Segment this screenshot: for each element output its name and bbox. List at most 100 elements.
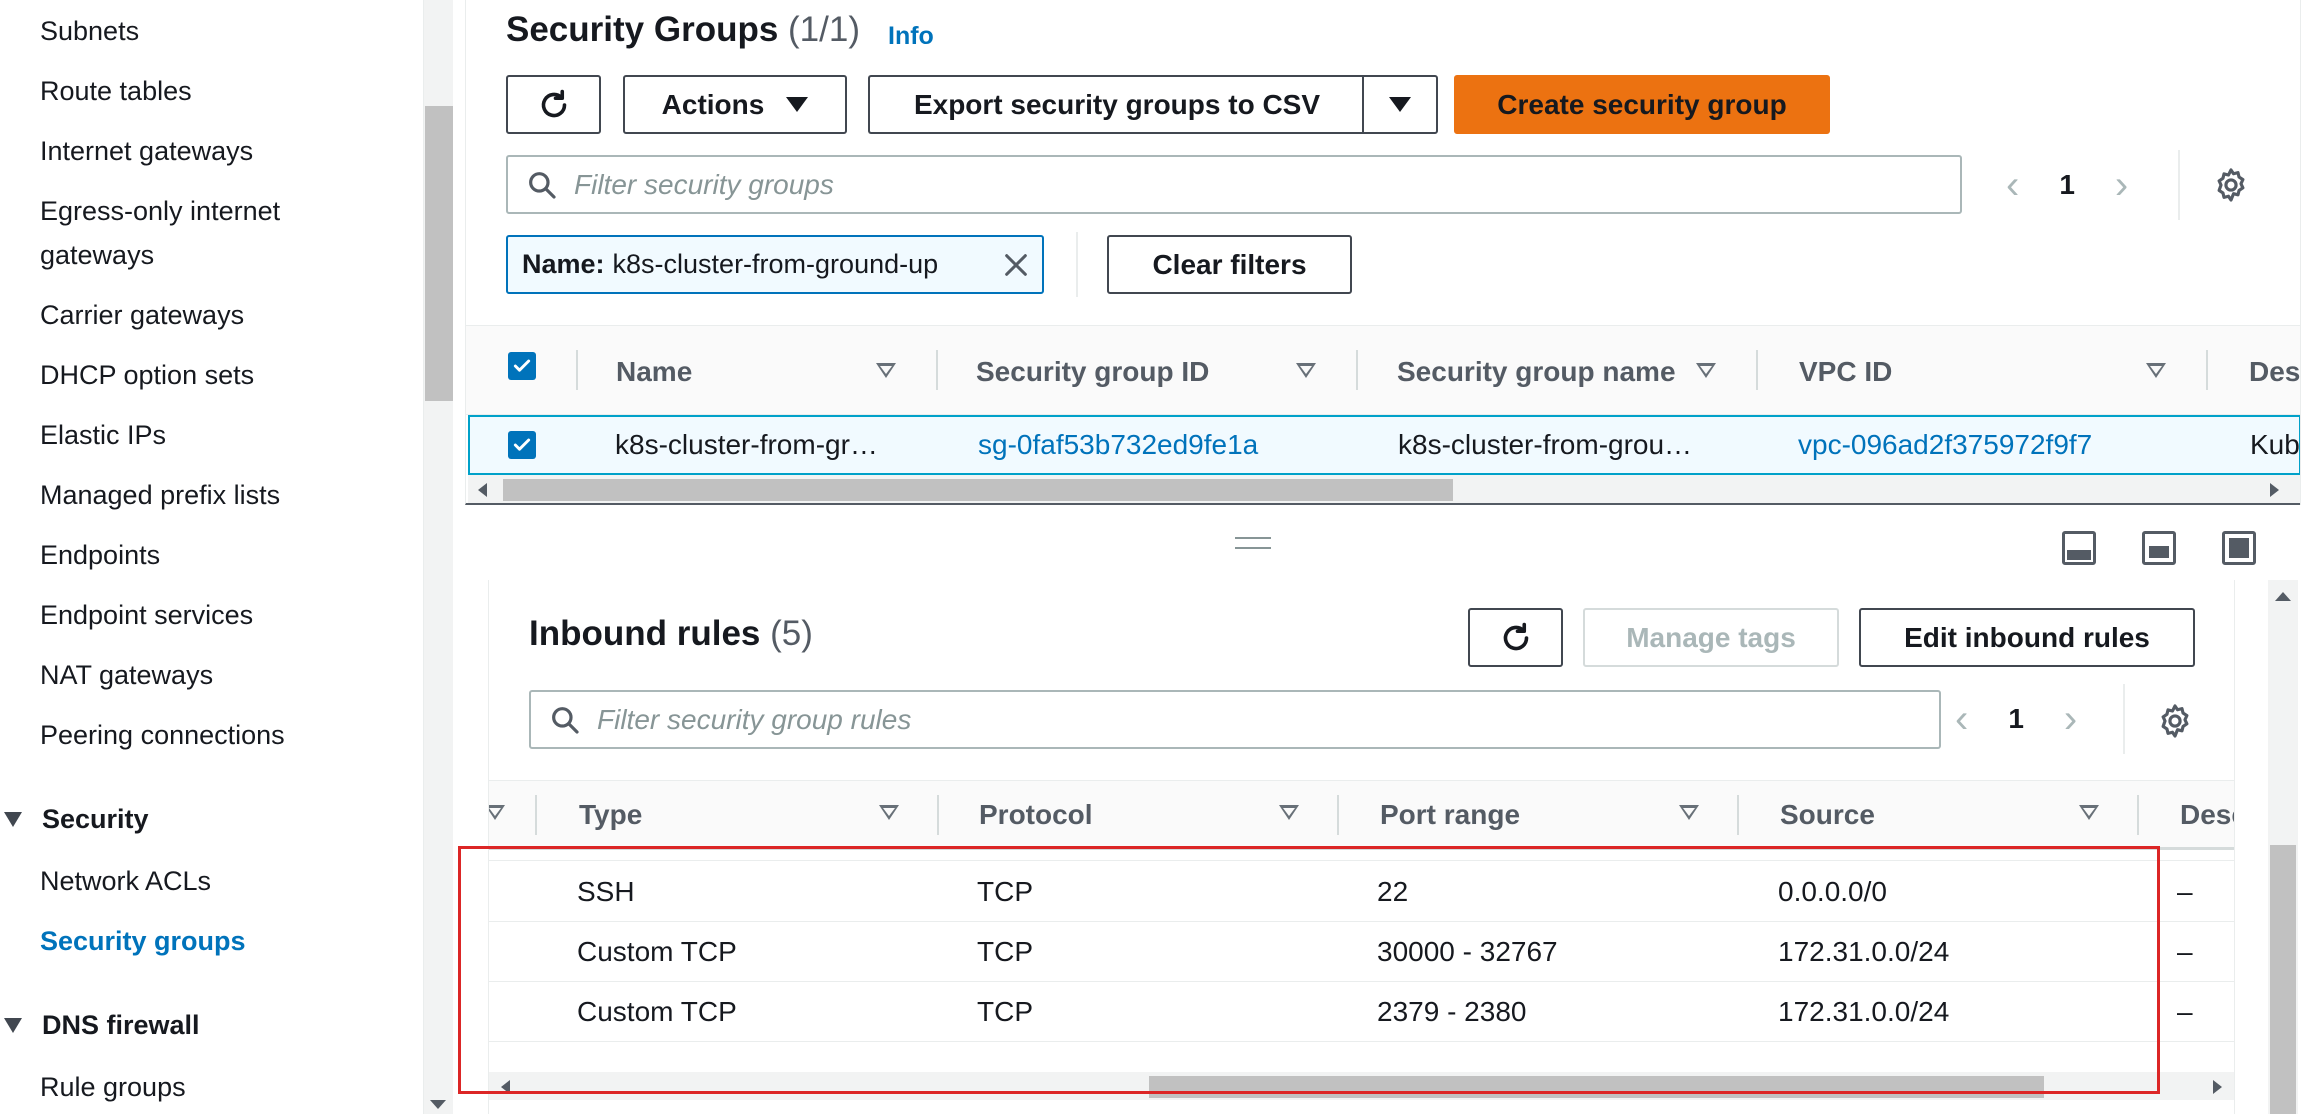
refresh-button[interactable] bbox=[506, 75, 601, 134]
column-header-protocol[interactable]: Protocol bbox=[979, 799, 1093, 831]
horizontal-scrollbar[interactable] bbox=[468, 475, 2300, 503]
selection-count: (1/1) bbox=[788, 10, 860, 49]
clear-filters-button[interactable]: Clear filters bbox=[1107, 235, 1352, 294]
sidebar-item-managed-prefix-lists[interactable]: Managed prefix lists bbox=[40, 474, 280, 516]
table-row[interactable]: k8s-cluster-from-gr… sg-0faf53b732ed9fe1… bbox=[468, 415, 2300, 475]
sort-icon[interactable] bbox=[1696, 363, 1716, 378]
column-separator[interactable] bbox=[2206, 350, 2208, 390]
scroll-up-arrow-icon[interactable] bbox=[2275, 592, 2291, 601]
filter-security-groups-search[interactable] bbox=[506, 155, 1962, 214]
sort-icon[interactable] bbox=[1679, 805, 1699, 820]
sidebar-item-rule-groups[interactable]: Rule groups bbox=[40, 1066, 186, 1108]
column-header-source[interactable]: Source bbox=[1780, 799, 1875, 831]
sidebar-item-carrier-gateways[interactable]: Carrier gateways bbox=[40, 294, 244, 336]
chevron-right-icon[interactable]: › bbox=[2115, 165, 2128, 205]
sidebar-section-security[interactable]: Security bbox=[0, 798, 149, 840]
column-separator[interactable] bbox=[1756, 350, 1758, 390]
sidebar-scrollbar-thumb[interactable] bbox=[425, 106, 453, 401]
column-separator[interactable] bbox=[1737, 795, 1739, 835]
page-number[interactable]: 1 bbox=[2059, 169, 2075, 201]
export-dropdown-button[interactable] bbox=[1362, 75, 1438, 134]
select-all-checkbox[interactable] bbox=[508, 352, 536, 380]
column-header-sg-name[interactable]: Security group name bbox=[1397, 356, 1676, 388]
sidebar-item-nat-gateways[interactable]: NAT gateways bbox=[40, 654, 213, 696]
filter-token-value: k8s-cluster-from-ground-up bbox=[612, 249, 939, 279]
column-header-vpc-id[interactable]: VPC ID bbox=[1799, 356, 1892, 388]
sidebar-section-label: Security bbox=[42, 804, 149, 834]
panel-fullscreen-icon[interactable] bbox=[2222, 531, 2256, 565]
create-security-group-button[interactable]: Create security group bbox=[1454, 75, 1830, 134]
column-header-port-range[interactable]: Port range bbox=[1380, 799, 1520, 831]
sort-icon[interactable] bbox=[879, 805, 899, 820]
column-separator[interactable] bbox=[1356, 350, 1358, 390]
sidebar-item-security-groups[interactable]: Security groups bbox=[40, 920, 246, 962]
gear-icon[interactable] bbox=[2212, 166, 2250, 204]
sidebar-item-internet-gateways[interactable]: Internet gateways bbox=[40, 130, 253, 172]
panel-position-bottom-icon[interactable] bbox=[2062, 531, 2096, 565]
scrollbar-thumb[interactable] bbox=[1149, 1076, 2044, 1098]
sidebar-section-dns-firewall[interactable]: DNS firewall bbox=[0, 1004, 200, 1046]
scroll-left-arrow-icon[interactable] bbox=[501, 1080, 510, 1094]
scrollbar-thumb[interactable] bbox=[503, 479, 1453, 501]
table-row[interactable]: SSH TCP 22 0.0.0.0/0 – bbox=[489, 862, 2234, 922]
sidebar-item-route-tables[interactable]: Route tables bbox=[40, 70, 192, 112]
sidebar-item-endpoints[interactable]: Endpoints bbox=[40, 534, 160, 576]
column-separator[interactable] bbox=[535, 795, 537, 835]
sort-icon[interactable] bbox=[1279, 805, 1299, 820]
actions-button[interactable]: Actions bbox=[623, 75, 847, 134]
panel-position-side-icon[interactable] bbox=[2142, 531, 2176, 565]
cell-sg-id-link[interactable]: sg-0faf53b732ed9fe1a bbox=[978, 429, 1258, 461]
sort-icon[interactable] bbox=[489, 805, 505, 820]
chevron-left-icon[interactable]: ‹ bbox=[1955, 699, 1968, 739]
page-number[interactable]: 1 bbox=[2008, 703, 2024, 735]
column-separator[interactable] bbox=[936, 350, 938, 390]
sidebar-item-peering-connections[interactable]: Peering connections bbox=[40, 714, 285, 756]
scrollbar-thumb[interactable] bbox=[2270, 845, 2296, 1114]
sort-icon[interactable] bbox=[876, 363, 896, 378]
column-header-type[interactable]: Type bbox=[579, 799, 642, 831]
sidebar-item-dhcp-option-sets[interactable]: DHCP option sets bbox=[40, 354, 254, 396]
vertical-scrollbar[interactable] bbox=[2268, 580, 2298, 1114]
column-separator[interactable] bbox=[937, 795, 939, 835]
sort-icon[interactable] bbox=[2146, 363, 2166, 378]
cell-type: SSH bbox=[577, 876, 635, 907]
resize-handle-icon[interactable] bbox=[1235, 537, 1271, 549]
close-icon[interactable] bbox=[1002, 251, 1030, 279]
scroll-right-arrow-icon[interactable] bbox=[2270, 483, 2279, 497]
chevron-right-icon[interactable]: › bbox=[2064, 699, 2077, 739]
sidebar-item-egress-only-internet-gateways-line2[interactable]: gateways bbox=[40, 234, 154, 276]
info-link[interactable]: Info bbox=[888, 22, 934, 51]
row-checkbox[interactable] bbox=[508, 431, 536, 459]
table-row[interactable]: Custom TCP TCP 30000 - 32767 172.31.0.0/… bbox=[489, 922, 2234, 982]
search-input[interactable] bbox=[597, 703, 1865, 736]
cell-vpc-id-link[interactable]: vpc-096ad2f375972f9f7 bbox=[1798, 429, 2092, 461]
column-separator[interactable] bbox=[1337, 795, 1339, 835]
sidebar-item-endpoint-services[interactable]: Endpoint services bbox=[40, 594, 253, 636]
sort-icon[interactable] bbox=[2079, 805, 2099, 820]
export-csv-button[interactable]: Export security groups to CSV bbox=[868, 75, 1364, 134]
gear-icon[interactable] bbox=[2156, 702, 2194, 740]
manage-tags-button[interactable]: Manage tags bbox=[1583, 608, 1839, 667]
chevron-left-icon[interactable]: ‹ bbox=[2006, 165, 2019, 205]
column-header-name[interactable]: Name bbox=[616, 356, 692, 388]
search-input[interactable] bbox=[574, 168, 1881, 201]
edit-inbound-rules-button[interactable]: Edit inbound rules bbox=[1859, 608, 2195, 667]
cell-port-range: 2379 - 2380 bbox=[1377, 996, 1527, 1027]
sidebar-item-subnets[interactable]: Subnets bbox=[40, 10, 139, 52]
sidebar-item-network-acls[interactable]: Network ACLs bbox=[40, 860, 211, 902]
column-header-sg-id[interactable]: Security group ID bbox=[976, 356, 1209, 388]
column-header-description[interactable]: Desc bbox=[2180, 799, 2234, 831]
table-row[interactable]: Custom TCP TCP 2379 - 2380 172.31.0.0/24… bbox=[489, 982, 2234, 1042]
filter-security-group-rules-search[interactable] bbox=[529, 690, 1941, 749]
sort-icon[interactable] bbox=[1296, 363, 1316, 378]
column-separator[interactable] bbox=[2137, 795, 2139, 835]
column-header-description[interactable]: Des bbox=[2249, 356, 2300, 388]
sidebar-item-egress-only-internet-gateways[interactable]: Egress-only internet bbox=[40, 190, 280, 232]
scroll-right-arrow-icon[interactable] bbox=[2213, 1080, 2222, 1094]
horizontal-scrollbar[interactable] bbox=[489, 1072, 2234, 1100]
vertical-scrollbar[interactable] bbox=[2300, 0, 2320, 505]
refresh-button[interactable] bbox=[1468, 608, 1563, 667]
scroll-left-arrow-icon[interactable] bbox=[478, 483, 487, 497]
scroll-down-arrow-icon[interactable] bbox=[430, 1100, 446, 1109]
sidebar-item-elastic-ips[interactable]: Elastic IPs bbox=[40, 414, 166, 456]
